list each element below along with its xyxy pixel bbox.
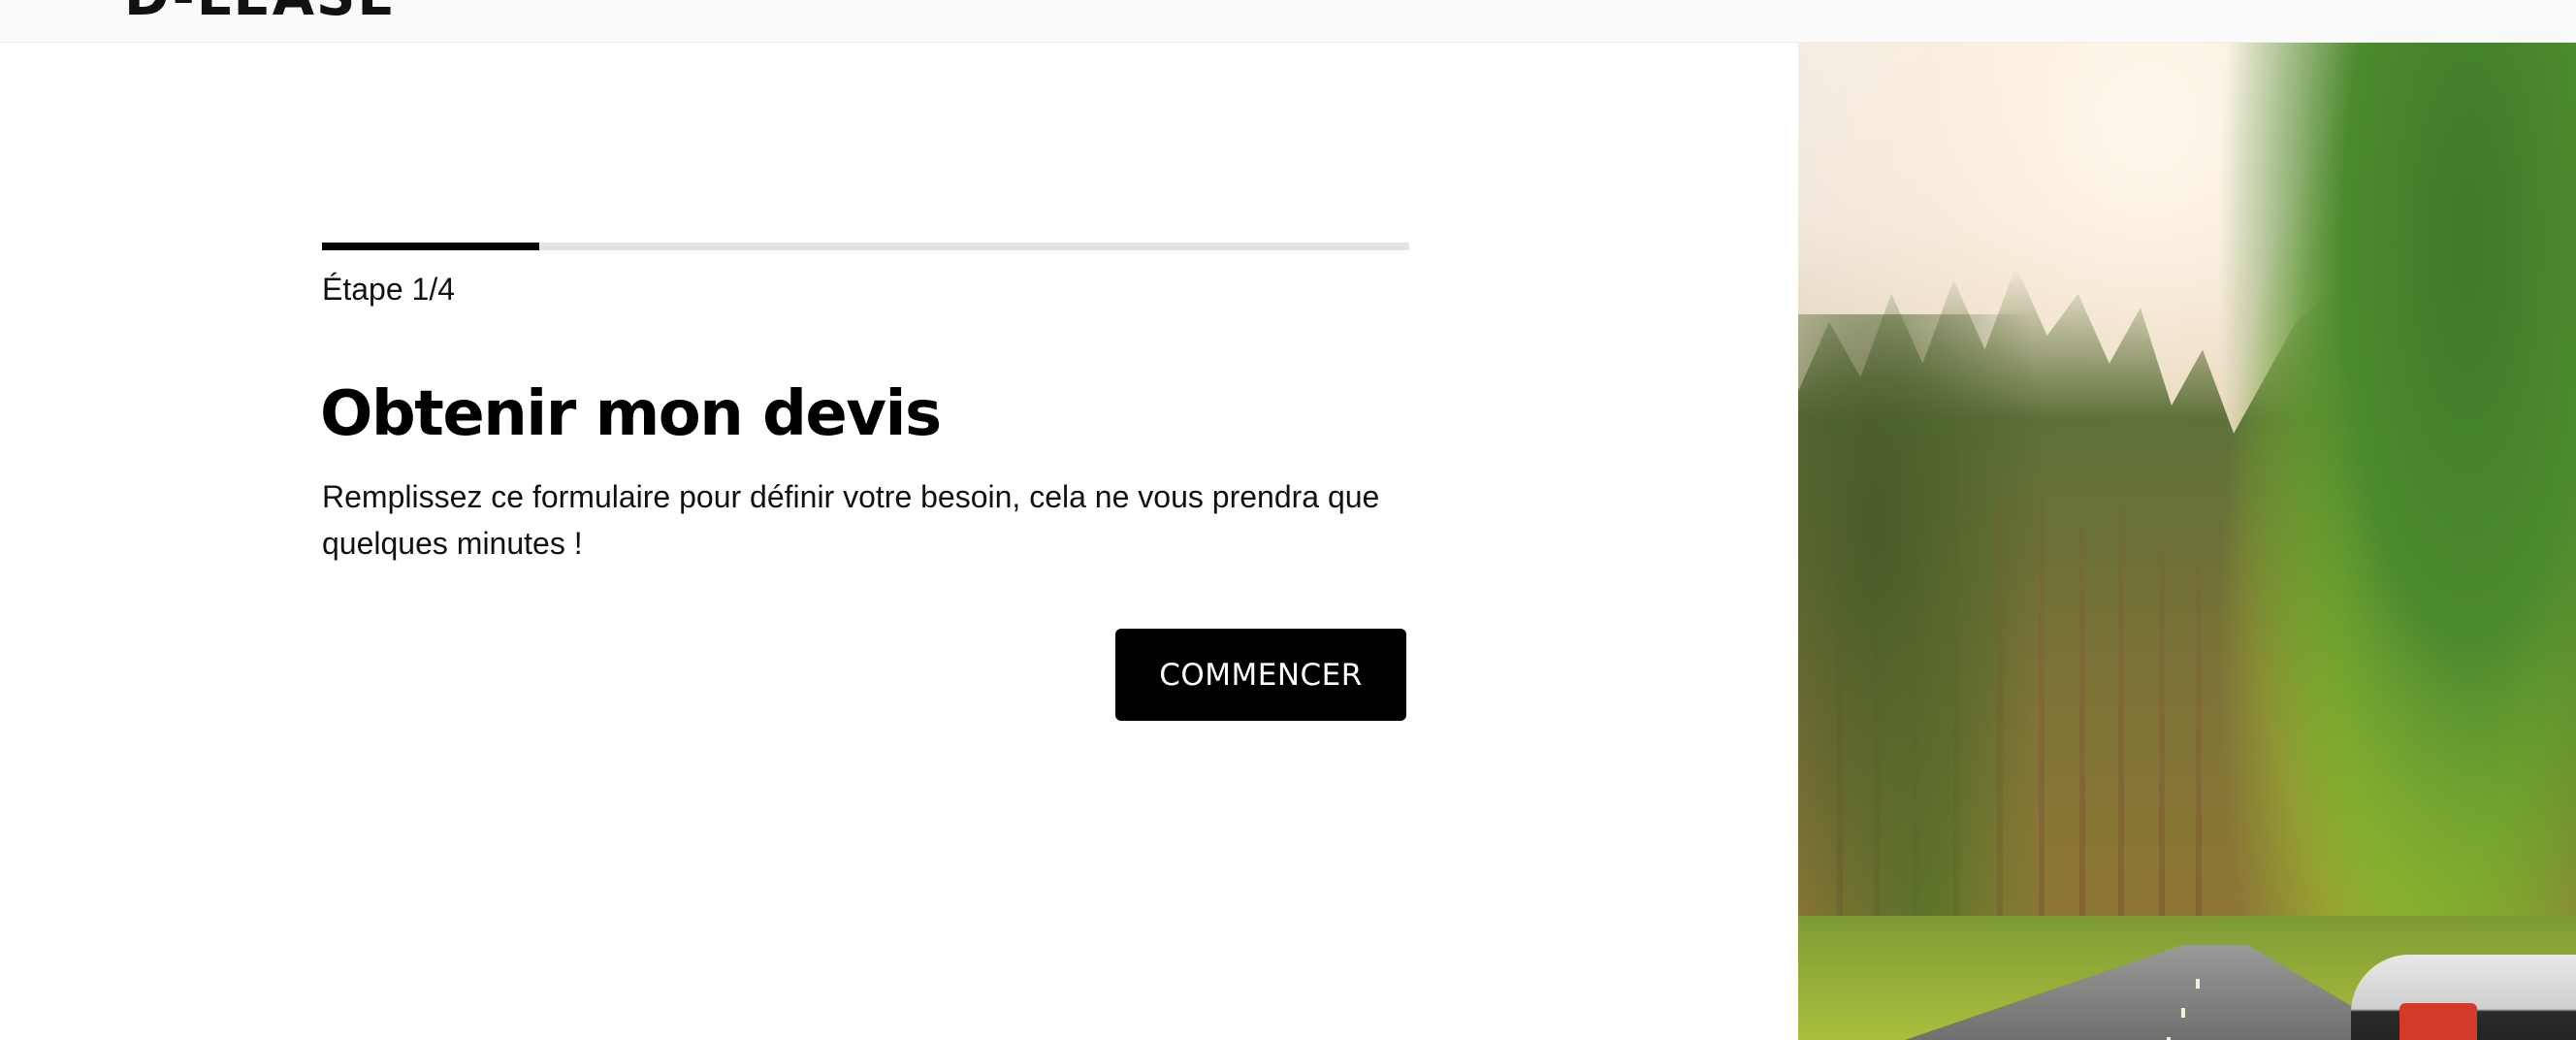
tree-trunk (2079, 528, 2085, 935)
hero-image (1798, 43, 2576, 1040)
foliage-right (2215, 43, 2576, 1040)
road-marking (2196, 979, 2200, 989)
page-title: Obtenir mon devis (320, 378, 942, 450)
tree-trunk (2118, 508, 2124, 935)
road-marking (2181, 1008, 2185, 1018)
tree-trunk (2196, 567, 2202, 935)
brand-logo[interactable]: D-LEASE (124, 0, 397, 28)
start-button[interactable]: COMMENCER (1115, 629, 1406, 721)
step-indicator: Étape 1/4 (322, 272, 455, 307)
progress-bar (322, 243, 1409, 250)
car-taillight (2399, 1003, 2477, 1040)
form-description: Remplissez ce formulaire pour définir vo… (322, 479, 1380, 561)
quote-form-panel: Étape 1/4 Obtenir mon devis Remplissez c… (0, 43, 1798, 1040)
site-header: D-LEASE (0, 0, 2576, 43)
tree-trunk (2159, 547, 2165, 935)
progress-bar-fill (322, 243, 540, 250)
